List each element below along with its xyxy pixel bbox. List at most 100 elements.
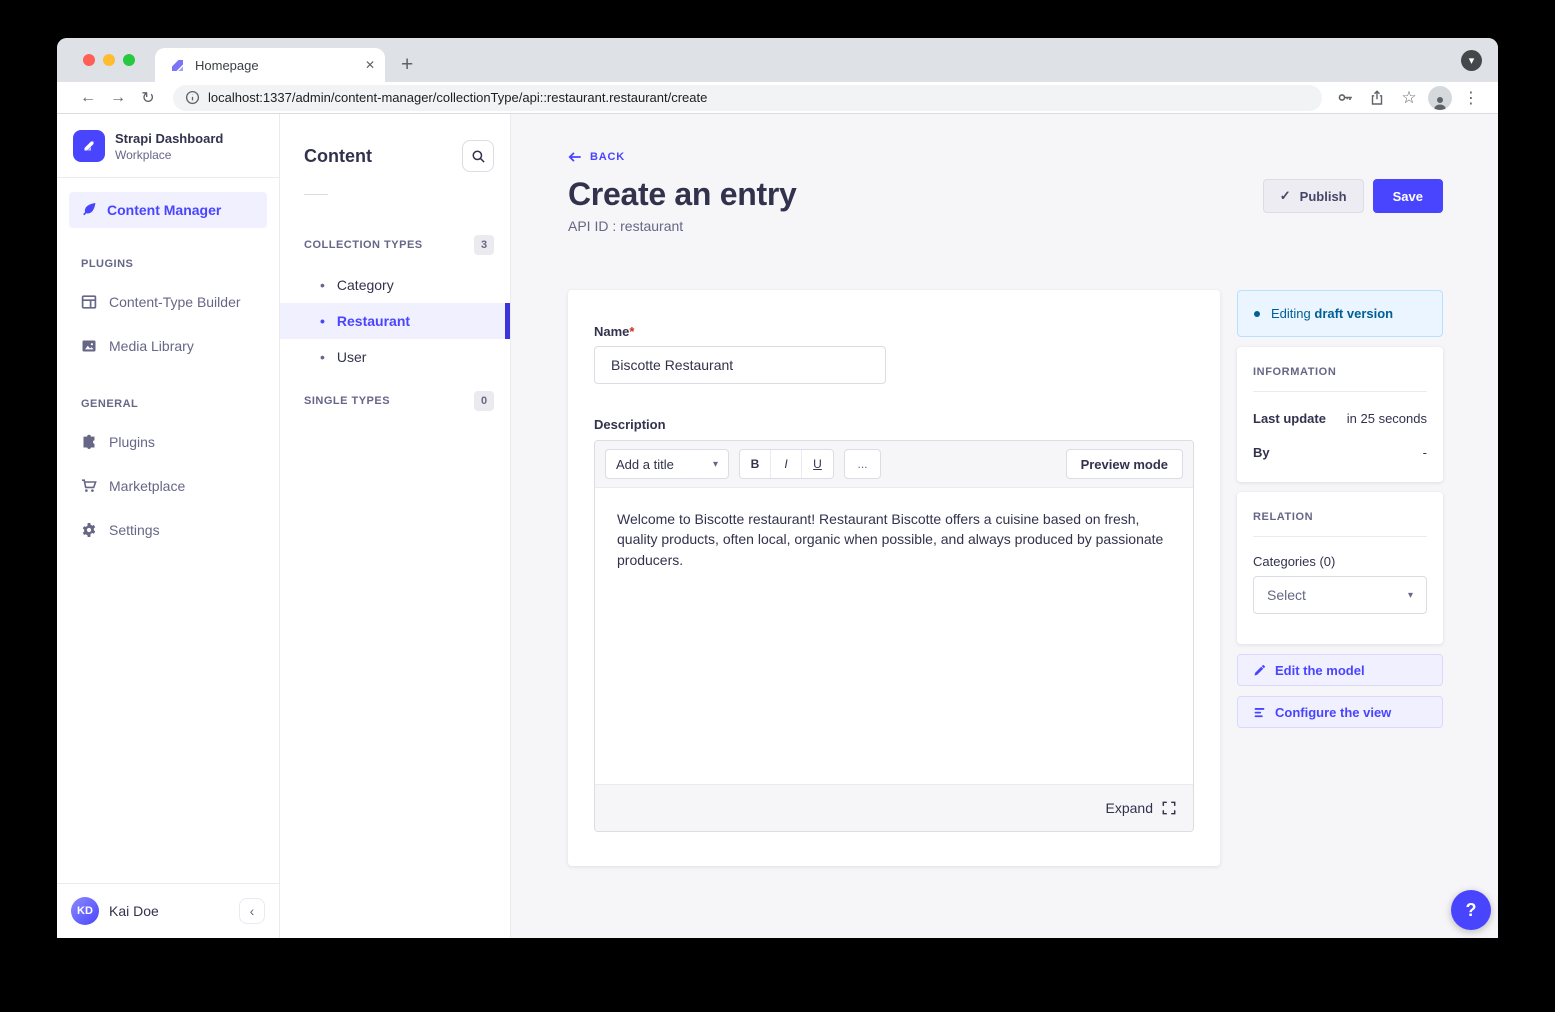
select-placeholder: Select (1267, 587, 1306, 603)
collection-type-restaurant[interactable]: • Restaurant (280, 303, 510, 339)
collection-type-user[interactable]: • User (280, 339, 510, 375)
minimize-window-button[interactable] (103, 54, 115, 66)
collection-type-label: Category (337, 277, 394, 293)
browser-tab[interactable]: Homepage ✕ (155, 48, 385, 82)
reload-icon[interactable]: ↻ (133, 88, 163, 108)
bookmark-star-icon[interactable]: ☆ (1396, 85, 1422, 111)
collapse-sidebar-button[interactable]: ‹ (239, 898, 265, 924)
workspace-header[interactable]: Strapi Dashboard Workplace (57, 114, 279, 177)
browser-profile-avatar[interactable] (1428, 86, 1452, 110)
name-label-text: Name (594, 324, 629, 339)
browser-back-icon[interactable]: ← (73, 89, 103, 107)
sidebar-item-label: Content-Type Builder (109, 294, 241, 310)
bullet-icon: • (320, 277, 325, 293)
draft-status-banner: Editing draft version (1237, 290, 1443, 337)
layout-builder-icon (81, 294, 97, 310)
check-icon: ✓ (1280, 188, 1291, 204)
user-name: Kai Doe (109, 903, 159, 919)
window-controls (83, 38, 135, 82)
chevron-down-icon: ▾ (713, 459, 718, 470)
edit-model-button[interactable]: Edit the model (1237, 654, 1443, 686)
configure-view-button[interactable]: Configure the view (1237, 696, 1443, 728)
sidebar-item-label: Plugins (109, 434, 155, 450)
section-title: PLUGINS (57, 258, 279, 270)
divider (1253, 391, 1427, 392)
sidebar-item-media-library[interactable]: Media Library (57, 324, 279, 368)
italic-button[interactable]: I (771, 450, 802, 478)
header-actions: ✓ Publish Save (1263, 179, 1443, 213)
tab-strip: Homepage ✕ + ▾ (57, 38, 1498, 82)
single-types-header[interactable]: SINGLE TYPES 0 (280, 391, 510, 411)
sidebar-item-content-manager[interactable]: Content Manager (69, 192, 267, 228)
configure-view-label: Configure the view (1275, 705, 1391, 720)
workspace-titles: Strapi Dashboard Workplace (115, 131, 223, 162)
zoom-window-button[interactable] (123, 54, 135, 66)
underline-button[interactable]: U (802, 450, 833, 478)
share-icon[interactable] (1364, 85, 1390, 111)
browser-menu-icon[interactable]: ⋮ (1458, 85, 1484, 111)
divider (57, 177, 279, 178)
sidebar-item-settings[interactable]: Settings (57, 508, 279, 552)
browser-update-icon[interactable]: ▾ (1461, 50, 1482, 71)
browser-window: Homepage ✕ + ▾ ← → ↻ localhost:1337/admi… (57, 38, 1498, 938)
editor-toolbar: Add a title ▾ B I U ... Preview mode (595, 441, 1193, 488)
relation-title: RELATION (1253, 511, 1427, 523)
info-icon[interactable] (185, 90, 200, 105)
name-input[interactable] (594, 346, 886, 384)
bullet-icon: • (320, 349, 325, 365)
sidebar-item-content-type-builder[interactable]: Content-Type Builder (57, 280, 279, 324)
by-value: - (1423, 445, 1427, 460)
rich-text-editor: Add a title ▾ B I U ... Preview mode W (594, 440, 1194, 832)
last-update-label: Last update (1253, 411, 1326, 426)
cart-icon (81, 478, 97, 494)
divider (1253, 536, 1427, 537)
entry-form-card: Name* Description Add a title ▾ B (568, 290, 1220, 866)
collection-type-category[interactable]: • Category (280, 267, 510, 303)
password-key-icon[interactable] (1332, 85, 1358, 111)
browser-actions: ☆ ⋮ (1332, 85, 1484, 111)
expand-icon[interactable] (1162, 801, 1176, 815)
bold-button[interactable]: B (740, 450, 771, 478)
browser-forward-icon[interactable]: → (103, 89, 133, 107)
preview-mode-button[interactable]: Preview mode (1066, 449, 1183, 479)
collection-types-header[interactable]: COLLECTION TYPES 3 (280, 235, 510, 255)
close-window-button[interactable] (83, 54, 95, 66)
expand-label[interactable]: Expand (1106, 800, 1153, 816)
new-tab-button[interactable]: + (401, 53, 413, 77)
sidebar-item-label: Settings (109, 522, 160, 538)
single-types-count-badge: 0 (474, 391, 494, 411)
sidebar-item-marketplace[interactable]: Marketplace (57, 464, 279, 508)
publish-button[interactable]: ✓ Publish (1263, 179, 1364, 213)
save-button[interactable]: Save (1373, 179, 1443, 213)
categories-label: Categories (0) (1253, 554, 1427, 569)
categories-select[interactable]: Select ▾ (1253, 576, 1427, 614)
by-row: By - (1253, 445, 1427, 460)
back-link[interactable]: BACK (568, 150, 1443, 164)
search-button[interactable] (462, 140, 494, 172)
feather-pen-icon (81, 202, 97, 218)
sidebar-section-general: GENERAL Plugins Marketplace (57, 398, 279, 552)
url-text: localhost:1337/admin/content-manager/col… (208, 90, 707, 105)
collection-types-count-badge: 3 (474, 235, 494, 255)
favicon-strapi-icon (169, 57, 185, 73)
close-tab-icon[interactable]: ✕ (365, 58, 375, 72)
sidebar-item-plugins[interactable]: Plugins (57, 420, 279, 464)
sidebar-item-label: Content Manager (107, 202, 221, 218)
status-dot-icon (1254, 311, 1260, 317)
help-button[interactable]: ? (1451, 890, 1491, 930)
name-field-label: Name* (594, 324, 1194, 339)
puzzle-icon (81, 434, 97, 450)
back-label: BACK (590, 151, 625, 163)
description-textarea[interactable]: Welcome to Biscotte restaurant! Restaura… (595, 488, 1193, 784)
more-formats-button[interactable]: ... (844, 449, 881, 479)
content-panel: Content COLLECTION TYPES 3 • Category • … (280, 114, 511, 938)
workspace-name: Workplace (115, 148, 223, 162)
url-field[interactable]: localhost:1337/admin/content-manager/col… (173, 85, 1322, 111)
sidebar-section-plugins: PLUGINS Content-Type Builder Media Libra… (57, 258, 279, 368)
address-bar: ← → ↻ localhost:1337/admin/content-manag… (57, 82, 1498, 114)
title-style-select[interactable]: Add a title ▾ (605, 449, 729, 479)
draft-prefix: Editing (1271, 306, 1311, 321)
user-avatar: KD (71, 897, 99, 925)
format-button-group: B I U (739, 449, 834, 479)
information-card: INFORMATION Last update in 25 seconds By… (1237, 347, 1443, 482)
